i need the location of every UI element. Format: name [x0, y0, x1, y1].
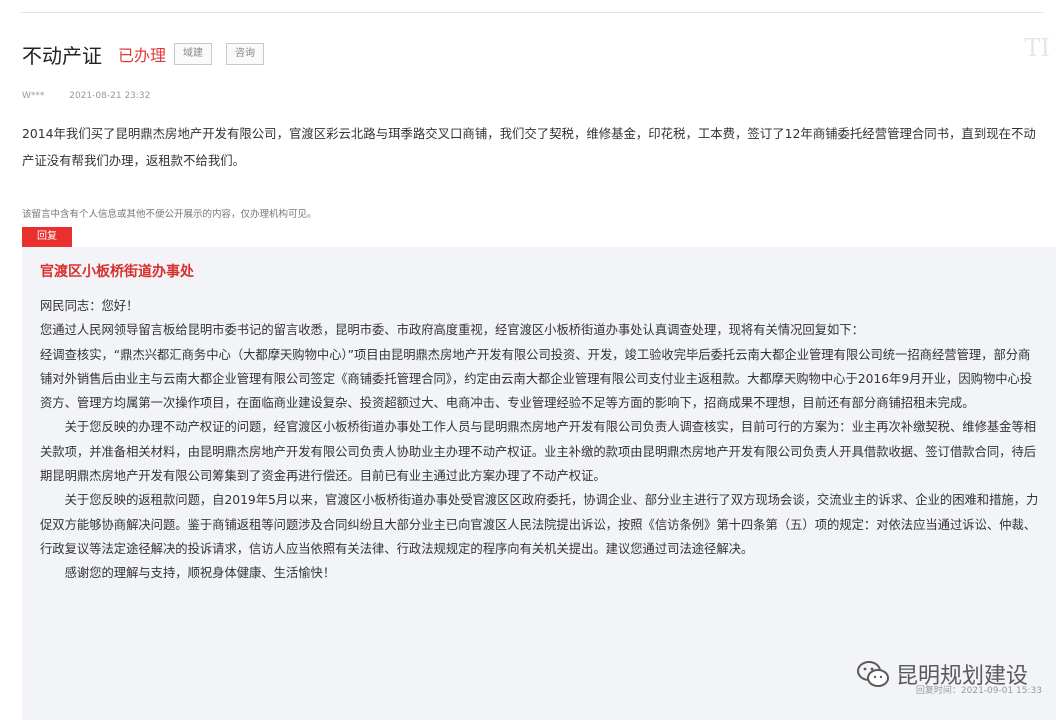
message-meta: W*** 2021-08-21 23:32 [22, 91, 150, 101]
reply-greeting: 网民同志：您好！ [40, 299, 139, 313]
reply-label: 回复 [22, 227, 72, 247]
status-badge: 已办理 [118, 46, 167, 65]
author-name: W*** [22, 91, 45, 101]
wechat-icon [856, 661, 889, 687]
title-row: 不动产证 已办理 域建 咨询 [22, 40, 265, 68]
post-date: 2021-08-21 23:32 [69, 91, 151, 101]
category-button[interactable]: 域建 [174, 43, 213, 65]
reply-panel: 官渡区小板桥街道办事处 网民同志：您好！ 您通过人民网领导留言板给昆明市委书记的… [22, 247, 1056, 720]
reply-body: 网民同志：您好！ 您通过人民网领导留言板给昆明市委书记的留言收悉，昆明市委、市政… [40, 294, 1040, 586]
watermark: 昆明规划建设 [856, 658, 1028, 690]
top-divider [20, 12, 1044, 13]
reply-closing: 感谢您的理解与支持，顺祝身体健康、生活愉快！ [64, 566, 336, 581]
reply-paragraph: 经调查核实，“鼎杰兴都汇商务中心（大都摩天购物中心）”项目由昆明鼎杰房地产开发有… [40, 347, 1033, 411]
type-button[interactable]: 咨询 [226, 43, 265, 65]
faded-logo-text: TI [1024, 34, 1051, 62]
reply-organization: 官渡区小板桥街道办事处 [40, 264, 194, 280]
watermark-text: 昆明规划建设 [895, 664, 1028, 689]
reply-paragraph: 您通过人民网领导留言板给昆明市委书记的留言收悉，昆明市委、市政府高度重视，经官渡… [40, 323, 864, 338]
privacy-notice: 该留言中含有个人信息或其他不便公开展示的内容，仅办理机构可见。 [22, 209, 317, 220]
page-title: 不动产证 [22, 43, 102, 68]
reply-paragraph: 关于您反映的办理不动产权证的问题，经官渡区小板桥街道办事处工作人员与昆明鼎杰房地… [40, 420, 1037, 484]
reply-paragraph: 关于您反映的返租款问题，自2019年5月以来，官渡区小板桥街道办事处受官渡区区政… [40, 493, 1039, 556]
message-body: 2014年我们买了昆明鼎杰房地产开发有限公司，官渡区彩云北路与珥季路交叉口商铺，… [22, 126, 1036, 168]
